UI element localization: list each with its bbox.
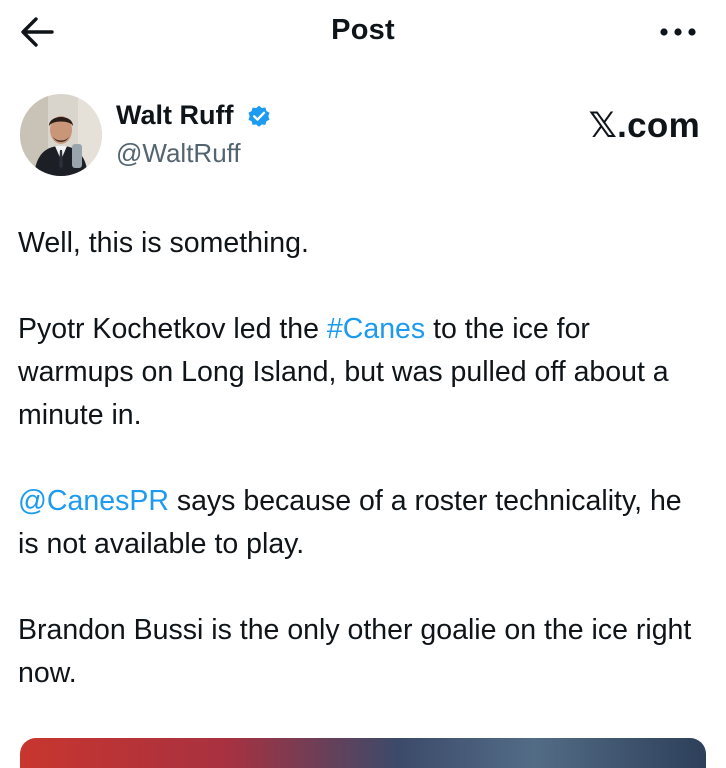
tweet-paragraph: @CanesPR says because of a roster techni… <box>18 480 708 566</box>
tweet-paragraph: Pyotr Kochetkov led the #Canes to the ic… <box>18 308 708 437</box>
author-handle[interactable]: @WaltRuff <box>116 138 241 169</box>
mention-link[interactable]: @CanesPR <box>18 485 169 517</box>
tweet-text-span: Pyotr Kochetkov led the <box>18 313 327 345</box>
hashtag-link[interactable]: #Canes <box>327 313 425 345</box>
verified-badge-icon <box>246 103 272 129</box>
author-header: Walt Ruff @WaltRuff 𝕏.com <box>20 94 710 184</box>
top-bar: Post <box>0 0 726 64</box>
tweet-media-image[interactable] <box>20 738 706 768</box>
tweet-text: Well, this is something. Pyotr Kochetkov… <box>18 222 708 738</box>
author-name[interactable]: Walt Ruff <box>116 100 233 131</box>
tweet-paragraph: Well, this is something. <box>18 222 708 265</box>
avatar[interactable] <box>20 94 102 176</box>
source-label: 𝕏.com <box>588 106 700 145</box>
profile-photo-icon <box>20 94 102 176</box>
tweet-text-span: Well, this is something. <box>18 227 309 259</box>
tweet-text-span: Brandon Bussi is the only other goalie o… <box>18 614 692 689</box>
tweet-paragraph: Brandon Bussi is the only other goalie o… <box>18 609 708 695</box>
more-horizontal-icon <box>660 28 696 36</box>
page-title: Post <box>331 14 395 46</box>
more-options-button[interactable] <box>656 18 700 46</box>
